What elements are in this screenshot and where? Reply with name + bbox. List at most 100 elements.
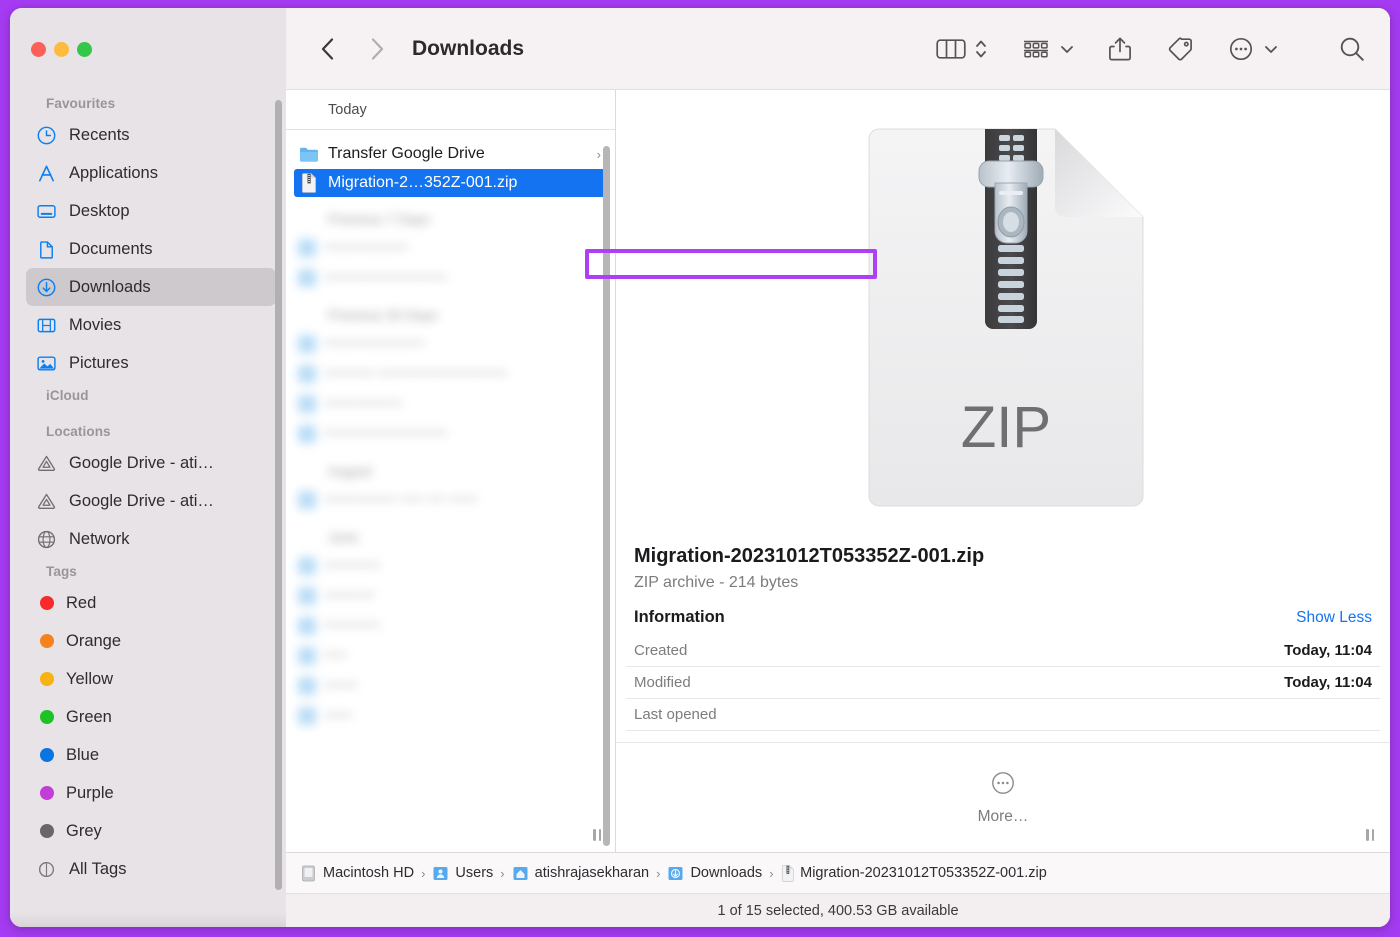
blurred-file-name: ••••••••••••• •••• ••• ••••• — [324, 491, 478, 508]
blurred-file-row[interactable]: •••••• — [286, 671, 615, 701]
more-section[interactable]: More… — [616, 742, 1390, 852]
toolbar: Downloads — [286, 8, 1390, 90]
blurred-file-icon — [298, 335, 316, 353]
sidebar-item-label: Downloads — [69, 277, 151, 296]
sidebar-item-yellow[interactable]: Yellow — [26, 660, 276, 698]
google-drive-icon — [36, 453, 57, 474]
sidebar-scrollbar[interactable] — [275, 100, 282, 890]
blurred-file-row[interactable]: ••••• — [286, 701, 615, 731]
file-row[interactable]: Transfer Google Drive › — [286, 139, 615, 169]
blurred-file-row[interactable]: ••••••••• ••••••••••••••••••••••• — [286, 359, 615, 389]
blurred-file-row[interactable]: •••••••••••••••••••••• — [286, 263, 615, 293]
zoom-button[interactable] — [77, 41, 92, 57]
blurred-file-row[interactable]: •••••••••••••••••••••• — [286, 419, 615, 449]
blurred-file-row[interactable]: ••••••••••••• •••• ••• ••••• — [286, 485, 615, 515]
sidebar-group-title: Tags — [46, 564, 77, 579]
zip-file-icon — [781, 864, 795, 882]
sidebar-item-network[interactable]: Network — [26, 520, 276, 558]
view-column-button[interactable] — [936, 29, 966, 69]
sidebar-item-label: Network — [69, 529, 130, 548]
main-area: Downloads Today Transfer Google Drive › … — [286, 8, 1390, 927]
group-items-button[interactable] — [1022, 29, 1050, 69]
sidebar-item-green[interactable]: Green — [26, 698, 276, 736]
sidebar-item-documents[interactable]: Documents — [26, 230, 276, 268]
file-rows: Transfer Google Drive › Migration-2…352Z-0… — [286, 130, 615, 197]
finder-window: Favourites Recents Applications Desktop Docu… — [10, 8, 1390, 927]
view-options-chevron-icon[interactable] — [974, 29, 988, 69]
preview-file-name: Migration-20231012T053352Z-001.zip — [634, 545, 985, 567]
group-chevron-down-icon[interactable] — [1060, 29, 1074, 69]
sidebar-item-google-drive-ati[interactable]: Google Drive - ati… — [26, 444, 276, 482]
sidebar-item-grey[interactable]: Grey — [26, 812, 276, 850]
show-less-link[interactable]: Show Less — [1296, 609, 1372, 627]
file-row-name: Migration-2…352Z-001.zip — [328, 174, 518, 191]
blurred-group-title: Previous 30 Days — [328, 307, 438, 323]
more-actions-chevron-down-icon[interactable] — [1264, 29, 1278, 69]
breadcrumb-label: atishrajasekharan — [534, 865, 650, 881]
sidebar-item-recents[interactable]: Recents — [26, 116, 276, 154]
minimize-button[interactable] — [54, 41, 69, 57]
blurred-file-row[interactable]: •••••••••• — [286, 611, 615, 641]
movies-icon — [36, 315, 57, 336]
blurred-group-title: June — [328, 529, 359, 545]
file-row[interactable]: Migration-2…352Z-001.zip — [294, 169, 607, 197]
tag-dot-icon — [40, 786, 54, 800]
more-label: More… — [977, 807, 1029, 825]
sidebar-item-all-tags[interactable]: All Tags — [26, 850, 276, 888]
zip-file-icon: ZIP — [859, 125, 1147, 510]
sidebar-item-orange[interactable]: Orange — [26, 622, 276, 660]
breadcrumb-item[interactable]: Migration-20231012T053352Z-001.zip — [781, 864, 1047, 882]
blurred-file-row[interactable]: ••••••••• — [286, 581, 615, 611]
sidebar-item-label: All Tags — [69, 859, 127, 878]
blurred-file-row[interactable]: •••••••••• — [286, 551, 615, 581]
blurred-file-name: •••• — [324, 647, 347, 664]
annotation-frame: Favourites Recents Applications Desktop Docu… — [0, 0, 1400, 937]
column-resize-grip[interactable] — [589, 828, 605, 842]
information-row-key: Created — [634, 642, 688, 659]
blurred-file-row[interactable]: •••••••••••••• — [286, 389, 615, 419]
tag-dot-icon — [40, 824, 54, 838]
sidebar-item-desktop[interactable]: Desktop — [26, 192, 276, 230]
tag-icon[interactable] — [1166, 29, 1194, 69]
information-row-key: Modified — [634, 674, 691, 691]
blurred-file-icon — [298, 617, 316, 635]
sidebar-item-google-drive-ati[interactable]: Google Drive - ati… — [26, 482, 276, 520]
forward-button[interactable] — [360, 32, 394, 66]
sidebar-item-purple[interactable]: Purple — [26, 774, 276, 812]
sidebar-item-red[interactable]: Red — [26, 584, 276, 622]
blurred-file-row[interactable]: •••••••••••••••••• — [286, 329, 615, 359]
blurred-file-name: •••••••••••••••••••••• — [324, 425, 448, 442]
blurred-file-icon — [298, 677, 316, 695]
blurred-file-icon — [298, 587, 316, 605]
blurred-file-name: •••••••••••••••••••••• — [324, 269, 448, 286]
sidebar-item-pictures[interactable]: Pictures — [26, 344, 276, 382]
preview-resize-grip[interactable] — [1362, 828, 1378, 842]
sidebar-item-downloads[interactable]: Downloads — [26, 268, 276, 306]
search-icon[interactable] — [1338, 29, 1366, 69]
breadcrumb-separator: › — [421, 865, 426, 881]
sidebar-item-label: Red — [66, 593, 97, 612]
back-button[interactable] — [310, 32, 344, 66]
breadcrumb-item[interactable]: Macintosh HD — [300, 865, 414, 882]
sidebar-item-blue[interactable]: Blue — [26, 736, 276, 774]
preview-file-meta: ZIP archive - 214 bytes — [634, 574, 799, 591]
breadcrumb-item[interactable]: Downloads — [667, 865, 762, 882]
blurred-file-row[interactable]: •••• — [286, 641, 615, 671]
all-tags-icon — [36, 859, 57, 880]
breadcrumb-label: Downloads — [690, 865, 763, 881]
sidebar-item-applications[interactable]: Applications — [26, 154, 276, 192]
information-row-value: Today, 11:04 — [1284, 642, 1372, 659]
breadcrumb-item[interactable]: atishrajasekharan — [512, 865, 649, 882]
share-button[interactable] — [1108, 29, 1132, 69]
sidebar-item-movies[interactable]: Movies — [26, 306, 276, 344]
sidebar-item-label: Documents — [69, 239, 153, 258]
information-row: Modified Today, 11:04 — [626, 667, 1380, 699]
more-icon — [990, 770, 1016, 801]
information-row-key: Last opened — [634, 706, 717, 723]
breadcrumb-item[interactable]: Users — [432, 865, 493, 882]
close-button[interactable] — [31, 41, 46, 57]
downloads-icon — [36, 277, 57, 298]
file-column-scrollbar[interactable] — [603, 146, 610, 846]
more-actions-button[interactable] — [1228, 29, 1254, 69]
blurred-file-row[interactable]: ••••••••••••••• — [286, 233, 615, 263]
